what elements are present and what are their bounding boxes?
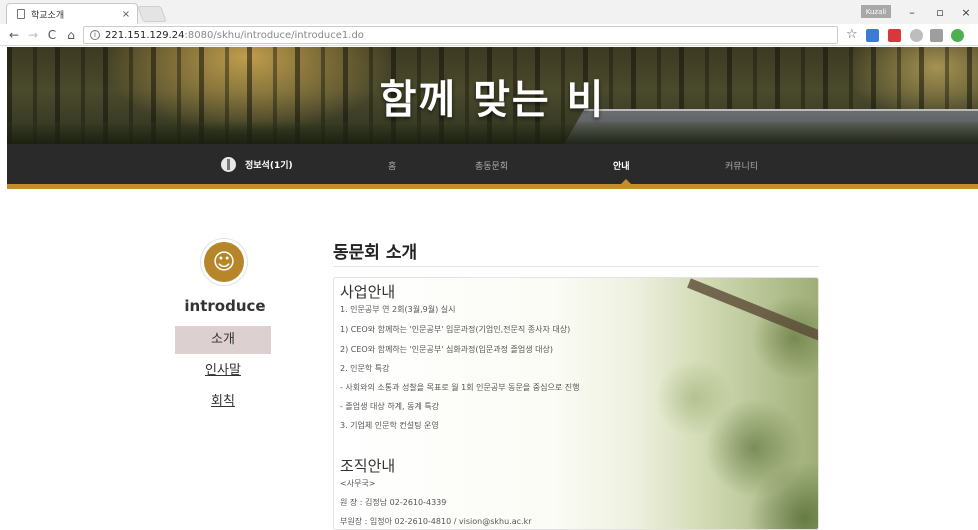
extension-icon[interactable]: [951, 29, 964, 42]
organization-line: 원 장 : 김정남 02-2610-4339: [340, 498, 447, 507]
browser-tab[interactable]: 학교소개 ×: [6, 3, 138, 24]
home-button[interactable]: ⌂: [63, 27, 79, 43]
business-line: - 사회와의 소통과 성찰을 목표로 월 1회 인문공부 동문을 중심으로 진행: [340, 383, 580, 392]
extension-icon[interactable]: [930, 29, 943, 42]
close-window-button[interactable]: ×: [956, 4, 976, 20]
site-banner: 함께 맞는 비: [7, 47, 978, 144]
info-icon[interactable]: i: [90, 30, 100, 40]
maximize-button[interactable]: ▫: [930, 4, 950, 20]
nav-guide[interactable]: 안내: [613, 159, 630, 172]
nav-community[interactable]: 커뮤니티: [725, 159, 758, 172]
organization-line: <사무국>: [340, 479, 376, 488]
new-tab-button[interactable]: [137, 6, 167, 22]
tab-title: 학교소개: [31, 10, 65, 21]
url-path: /skhu/introduce/introduce1.do: [213, 29, 364, 41]
grass-image: [7, 122, 978, 144]
organization-heading: 조직안내: [340, 457, 396, 475]
content-panel: 사업안내 1. 인문공부 연 2회(3월,9월) 실시 1) CEO와 함께하는…: [333, 277, 819, 530]
business-heading: 사업안내: [340, 283, 396, 301]
global-nav: 정보석(1기) 홈 총동문회 안내 커뮤니티: [7, 144, 978, 184]
forward-button[interactable]: →: [25, 27, 41, 43]
sidebar-item-label: 회칙: [211, 394, 235, 409]
business-line: - 졸업생 대상 하계, 동계 특강: [340, 402, 440, 411]
organization-line: 부원장 : 임정아 02-2610-4810 / vision@skhu.ac.…: [340, 517, 532, 526]
business-line: 3. 기업체 인문학 컨설팅 운영: [340, 421, 439, 430]
avatar: ☺: [200, 238, 248, 286]
sidebar-item-label: 인사말: [205, 363, 241, 378]
sidebar-item-label: 소개: [211, 332, 235, 347]
extension-icon[interactable]: [910, 29, 923, 42]
extension-icon[interactable]: [866, 29, 879, 42]
url-host: 221.151.129.24: [105, 29, 185, 41]
title-divider: [333, 266, 819, 267]
accent-bar: [7, 184, 978, 189]
address-bar[interactable]: i 221.151.129.24 :8080 /skhu/introduce/i…: [83, 26, 838, 44]
page-title: 동문회 소개: [333, 243, 418, 263]
user-icon: [221, 157, 236, 172]
user-menu[interactable]: 정보석(1기): [221, 157, 293, 172]
user-name: 정보석(1기): [245, 161, 293, 171]
extension-icon[interactable]: [888, 29, 901, 42]
business-line: 1) CEO와 함께하는 '인문공부' 입문과정(기업인,전문직 종사자 대상): [340, 325, 571, 334]
sidebar-item-bylaws[interactable]: 회칙: [175, 388, 271, 416]
page-icon: [17, 9, 25, 19]
nav-home[interactable]: 홈: [388, 159, 396, 172]
bookmark-star-icon[interactable]: ☆: [846, 27, 858, 42]
nav-alumni-association[interactable]: 총동문회: [475, 159, 508, 172]
tab-close-icon[interactable]: ×: [119, 9, 133, 20]
sidebar-item-introduction[interactable]: 소개: [175, 326, 271, 354]
sidebar-title: introduce: [184, 297, 266, 315]
smiley-icon: ☺: [204, 242, 244, 282]
back-button[interactable]: ←: [6, 27, 22, 43]
banner-title[interactable]: 함께 맞는 비: [7, 67, 978, 125]
browser-toolbar: ← → C ⌂ i 221.151.129.24 :8080 /skhu/int…: [0, 24, 978, 46]
business-line: 2) CEO와 함께하는 '인문공부' 심화과정(입문과정 졸업생 대상): [340, 345, 553, 354]
business-line: 1. 인문공부 연 2회(3월,9월) 실시: [340, 305, 456, 314]
business-line: 2. 인문학 특강: [340, 364, 390, 373]
reload-button[interactable]: C: [44, 27, 60, 43]
browser-tabstrip: 학교소개 × Kuzali – ▫ ×: [0, 0, 978, 24]
profile-badge[interactable]: Kuzali: [861, 5, 891, 18]
url-port: :8080: [184, 29, 214, 41]
sidebar-item-greeting[interactable]: 인사말: [175, 357, 271, 385]
minimize-button[interactable]: –: [902, 4, 922, 20]
